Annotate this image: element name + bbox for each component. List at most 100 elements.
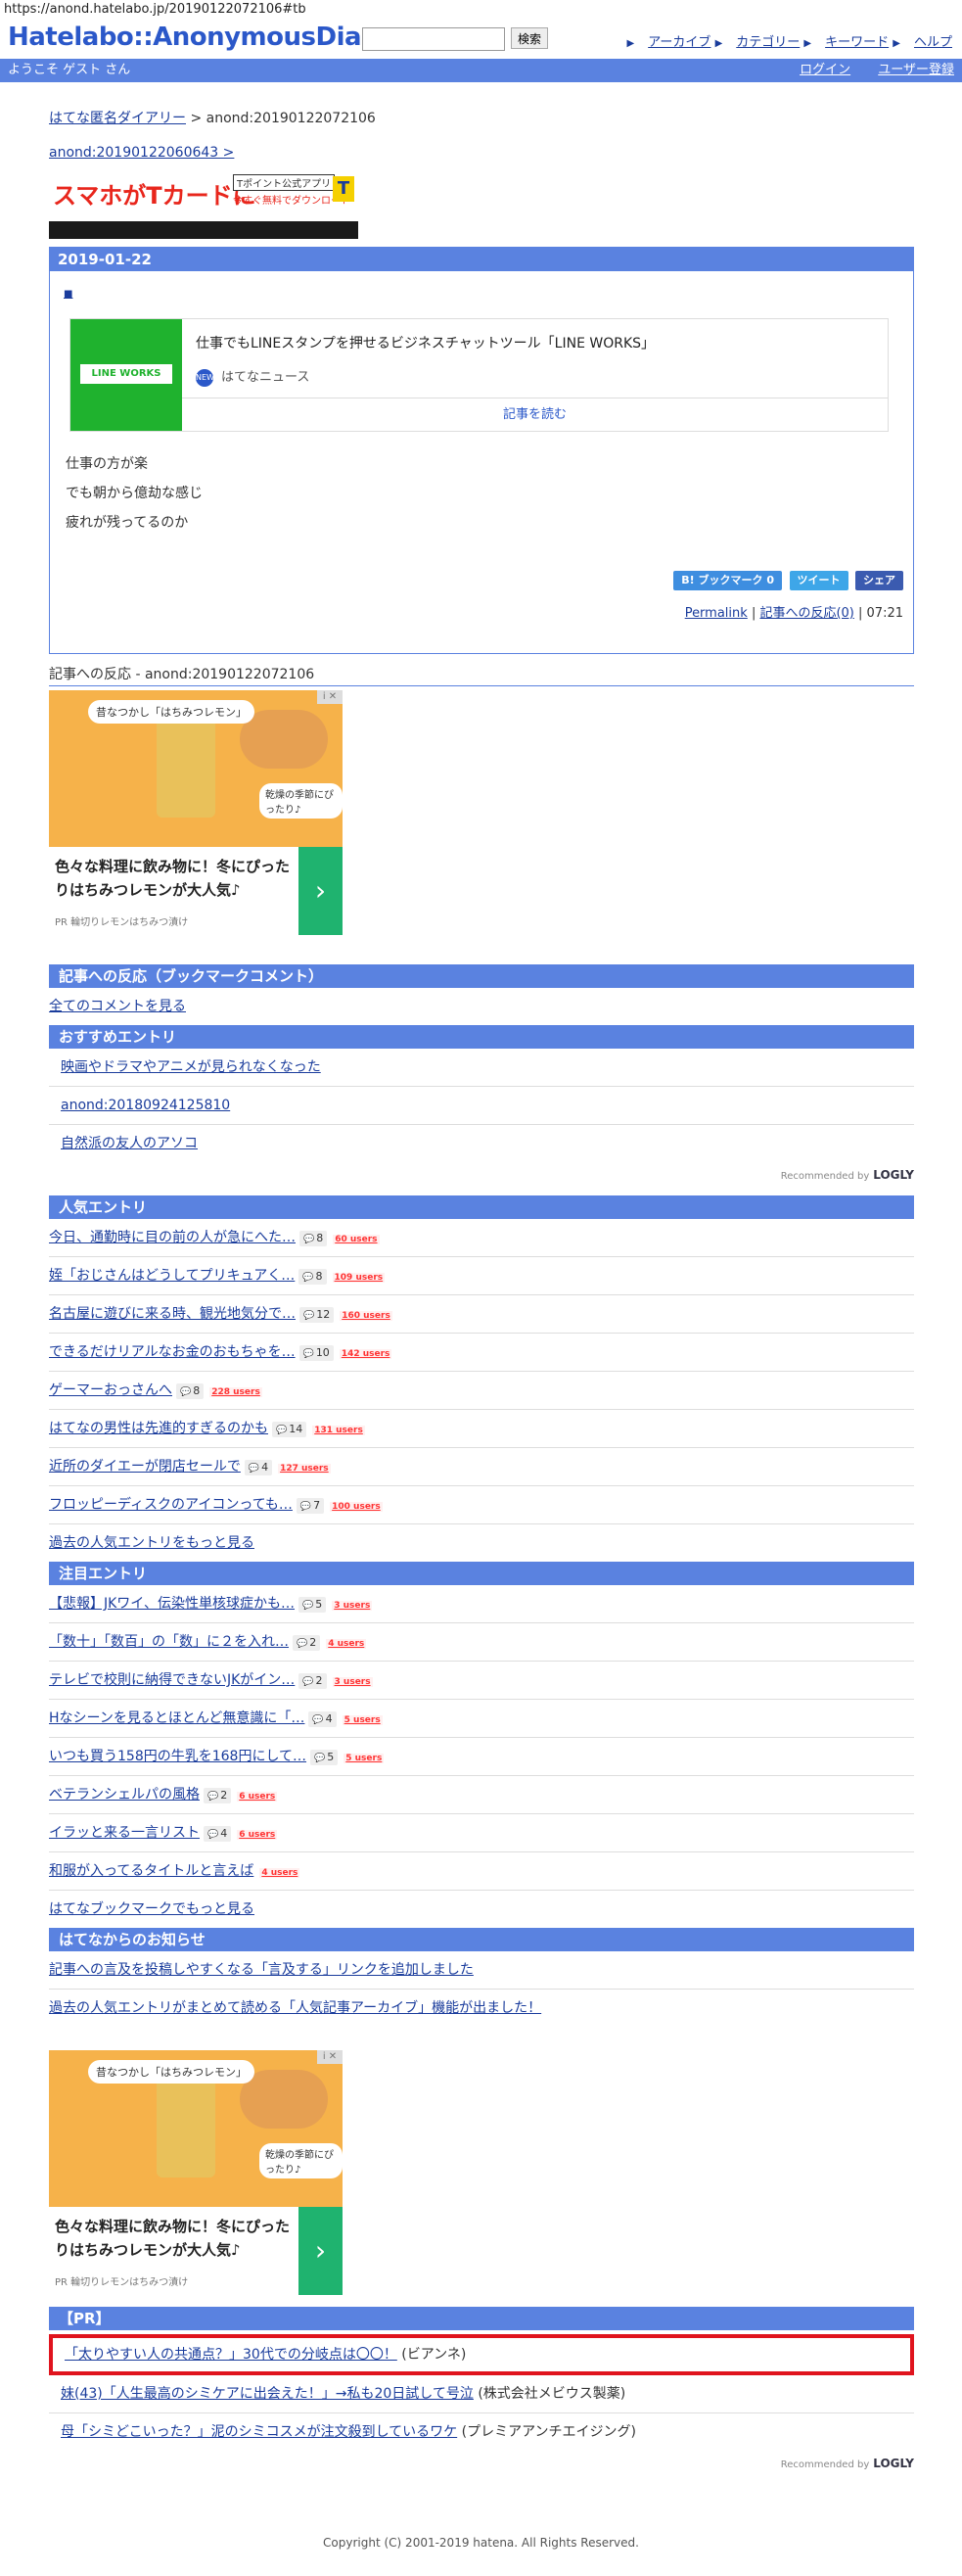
nav-archive-link[interactable]: アーカイブ	[648, 35, 710, 50]
entry-line: 仕事の方が楽	[66, 456, 148, 472]
popular-link[interactable]: はてなの男性は先進的すぎるのかも	[49, 1421, 268, 1436]
recommended-link[interactable]: anond:20180924125810	[61, 1098, 230, 1113]
users-badge[interactable]: 131 users	[312, 1426, 365, 1435]
all-comments-link[interactable]: 全てのコメントを見る	[49, 999, 186, 1014]
popular-link[interactable]: 今日、通勤時に目の前の人が急にへた…	[49, 1230, 296, 1245]
permalink-link[interactable]: Permalink	[685, 606, 748, 621]
card-thumbnail: LINE WORKS	[70, 319, 182, 431]
users-badge[interactable]: 4 users	[326, 1639, 367, 1649]
comment-count: 4	[244, 1460, 273, 1475]
hatena-bookmark-button[interactable]: B! ブックマーク 0	[673, 571, 782, 590]
ad-close-icon[interactable]: i ✕	[317, 690, 343, 704]
banner-body: スマホがTカードに Tポイント公式アプリ 今すぐ無料でダウンロード T	[49, 170, 358, 221]
popular-link[interactable]: ゲーマーおっさんへ	[49, 1382, 172, 1398]
search-button[interactable]: 検索	[511, 27, 548, 49]
attention-more-link[interactable]: はてなブックマークでもっと見る	[49, 1901, 254, 1917]
register-link[interactable]: ユーザー登録	[878, 63, 954, 77]
attention-link[interactable]: ベテランシェルパの風格	[49, 1787, 200, 1803]
header-nav: ▶ アーカイブ ▶ カテゴリー ▶ キーワード ▶ ヘルプ	[626, 31, 952, 50]
nav-category-link[interactable]: カテゴリー	[736, 35, 800, 50]
ad-jar-image	[157, 2070, 215, 2178]
users-badge[interactable]: 60 users	[333, 1235, 380, 1244]
attention-link[interactable]: いつも買う158円の牛乳を168円にして…	[49, 1749, 306, 1764]
comment-count: 7	[296, 1498, 325, 1514]
users-badge[interactable]: 228 users	[209, 1387, 262, 1397]
popular-link[interactable]: フロッピーディスクのアイコンっても…	[49, 1497, 293, 1513]
comment-count: 4	[308, 1711, 337, 1727]
users-badge[interactable]: 142 users	[339, 1349, 392, 1359]
users-badge[interactable]: 6 users	[237, 1830, 278, 1840]
card-read-button[interactable]: 記事を読む	[182, 398, 888, 432]
popular-link[interactable]: 姪「おじさんはどうしてプリキュアく…	[49, 1268, 295, 1284]
logly-logo[interactable]: LOGLY	[873, 1168, 914, 1182]
users-badge[interactable]: 3 users	[332, 1601, 373, 1611]
ad-bubble: 昔なつかし「はちみつレモン」	[88, 2060, 254, 2084]
breadcrumb-home-link[interactable]: はてな匿名ダイアリー	[49, 111, 186, 126]
card-thumb-label: LINE WORKS	[80, 364, 172, 384]
attention-link[interactable]: テレビで校則に納得できないJKがイン…	[49, 1672, 295, 1688]
card-source: NEW はてなニュース	[196, 366, 309, 387]
prev-entry: anond:20190122060643 >	[49, 145, 914, 161]
facebook-share-button[interactable]: シェア	[855, 571, 903, 590]
users-badge[interactable]: 5 users	[344, 1754, 385, 1763]
recommended-link[interactable]: 映画やドラマやアニメが見られなくなった	[61, 1059, 321, 1075]
users-badge[interactable]: 3 users	[332, 1677, 373, 1687]
reactions-link[interactable]: 記事への反応(0)	[759, 606, 853, 621]
comment-count: 8	[298, 1269, 327, 1285]
ad-pancake-image	[240, 710, 328, 769]
attention-list: 【悲報】JKワイ、伝染性単核球症かも…5 3 users 「数十」「数百」の「数」…	[49, 1585, 914, 1891]
all-comments: 全てのコメントを見る	[49, 988, 914, 1025]
ad-honey-lemon[interactable]: 昔なつかし「はちみつレモン」 乾燥の季節にぴったり♪ 色々な料理に飲み物に！冬に…	[49, 2050, 343, 2295]
nav-help-link[interactable]: ヘルプ	[914, 35, 952, 50]
notice-link[interactable]: 過去の人気エントリがまとめて読める「人気記事アーカイブ」機能が出ました！	[49, 2000, 541, 2016]
ad-arrow-icon[interactable]: ›	[298, 847, 343, 935]
list-item: 「太りやすい人の共通点？」30代での分岐点は〇〇！ (ビアンネ)	[49, 2334, 914, 2375]
pr-list: 「太りやすい人の共通点？」30代での分岐点は〇〇！ (ビアンネ) 妹(43)「人…	[49, 2334, 914, 2451]
news-card[interactable]: LINE WORKS 仕事でもLINEスタンプを押せるビジネスチャットツール「L…	[69, 318, 889, 432]
list-item: 妹(43)「人生最高のシミケアに出会えた！」→私も20日試して号泣 (株式会社メ…	[49, 2375, 914, 2413]
pr-link[interactable]: 母「シミどこいった？」泥のシミコスメが注文殺到しているワケ	[61, 2424, 457, 2440]
users-badge[interactable]: 5 users	[342, 1715, 383, 1725]
tweet-button[interactable]: ツイート	[789, 571, 848, 590]
pr-link[interactable]: 「太りやすい人の共通点？」30代での分岐点は〇〇！	[65, 2347, 397, 2363]
ad-honey-lemon[interactable]: 昔なつかし「はちみつレモン」 乾燥の季節にぴったり♪ 色々な料理に飲み物に！冬に…	[49, 690, 343, 935]
nav-keyword-link[interactable]: キーワード	[825, 35, 889, 50]
tcard-banner[interactable]: スマホがTカードに Tポイント公式アプリ 今すぐ無料でダウンロード T	[49, 170, 358, 239]
list-item: 自然派の友人のアソコ	[49, 1125, 914, 1162]
popular-header: 人気エントリ	[49, 1195, 914, 1219]
ad-arrow-icon[interactable]: ›	[298, 2207, 343, 2295]
attention-link[interactable]: イラッと来る一言リスト	[49, 1825, 200, 1841]
prev-entry-link[interactable]: anond:20190122060643 >	[49, 145, 234, 161]
comment-count: 5	[298, 1597, 327, 1613]
popular-link[interactable]: 名古屋に遊びに来る時、観光地気分で…	[49, 1306, 296, 1322]
search-input[interactable]	[362, 27, 505, 51]
ad-close-icon[interactable]: i ✕	[317, 2050, 343, 2064]
site-logo[interactable]: Hatelabo::AnonymousDiary	[8, 23, 389, 52]
entry-small-link[interactable]: ■	[64, 289, 72, 300]
popular-link[interactable]: できるだけリアルなお金のおもちゃを…	[49, 1344, 296, 1360]
list-item: 母「シミどこいった？」泥のシミコスメが注文殺到しているワケ (プレミアアンチエイ…	[49, 2413, 914, 2451]
users-badge[interactable]: 4 users	[259, 1868, 300, 1878]
users-badge[interactable]: 127 users	[278, 1464, 331, 1474]
card-title[interactable]: 仕事でもLINEスタンプを押せるビジネスチャットツール「LINE WORKS」	[196, 333, 655, 352]
recommended-by: Recommended by LOGLY	[49, 2451, 914, 2476]
pr-link[interactable]: 妹(43)「人生最高のシミケアに出会えた！」→私も20日試して号泣	[61, 2386, 474, 2402]
users-badge[interactable]: 100 users	[330, 1502, 383, 1512]
users-badge[interactable]: 160 users	[340, 1311, 392, 1321]
attention-link[interactable]: 和服が入ってるタイトルと言えば	[49, 1863, 253, 1879]
popular-list: 今日、通勤時に目の前の人が急にへた… 8 60 users 姪「おじさんはどうしてプ…	[49, 1219, 914, 1524]
attention-link[interactable]: Hなシーンを見るとほとんど無意識に「…	[49, 1710, 304, 1726]
users-badge[interactable]: 6 users	[237, 1792, 278, 1802]
recommended-link[interactable]: 自然派の友人のアソコ	[61, 1136, 198, 1151]
login-link[interactable]: ログイン	[800, 63, 850, 77]
logly-logo[interactable]: LOGLY	[873, 2457, 914, 2470]
popular-more-link[interactable]: 過去の人気エントリをもっと見る	[49, 1535, 254, 1551]
list-item: テレビで校則に納得できないJKがイン…2 3 users	[49, 1662, 914, 1700]
entry-date: 2019-01-22	[50, 248, 913, 271]
popular-link[interactable]: 近所のダイエーが閉店セールで	[49, 1459, 241, 1475]
user-bar: ようこそ ゲスト さん ログイン ユーザー登録	[0, 59, 962, 82]
users-badge[interactable]: 109 users	[332, 1273, 386, 1283]
attention-link[interactable]: 「数十」「数百」の「数」に２を入れ…	[49, 1634, 289, 1650]
notice-link[interactable]: 記事への言及を投稿しやすくなる「言及する」リンクを追加しました	[49, 1962, 474, 1978]
attention-link[interactable]: 【悲報】JKワイ、伝染性単核球症かも…	[49, 1596, 295, 1612]
